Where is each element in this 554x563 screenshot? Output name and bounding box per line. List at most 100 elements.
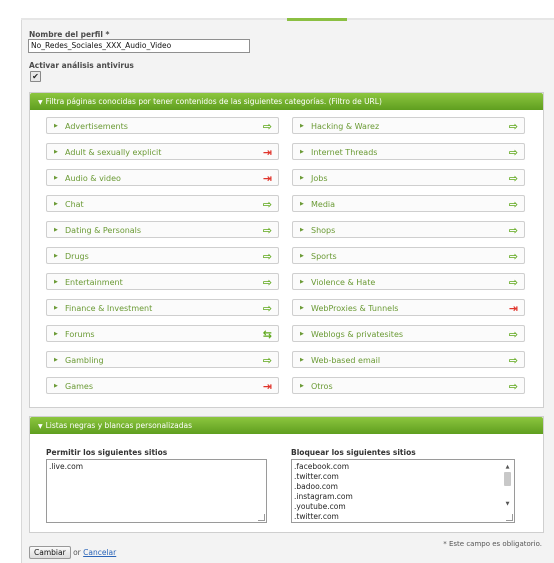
category-label: Audio & video [65,174,121,183]
green-arrow-icon[interactable]: ⇨ [509,274,518,291]
expand-triangle-icon: ▶ [54,331,58,337]
green-arrow-icon[interactable]: ⇨ [509,378,518,395]
collapse-triangle-icon: ▼ [38,423,43,430]
resize-handle-icon[interactable] [506,514,513,521]
expand-triangle-icon: ▶ [54,253,58,259]
category-label: Media [311,200,336,209]
url-filter-header-text: Filtra páginas conocidas por tener conte… [45,97,382,106]
expand-triangle-icon: ▶ [300,279,304,285]
green-arrow-icon[interactable]: ⇨ [509,222,518,239]
expand-triangle-icon: ▶ [300,357,304,363]
green-arrow-icon[interactable]: ⇨ [263,248,272,265]
category-item[interactable]: ▶ Forums ⇆ [46,325,279,342]
category-item[interactable]: ▶ WebProxies & Tunnels ⇥ [292,299,525,316]
resize-handle-icon[interactable] [258,514,265,521]
green-arrow-icon[interactable]: ⇨ [263,196,272,213]
category-label: Entertainment [65,278,123,287]
expand-triangle-icon: ▶ [300,383,304,389]
expand-triangle-icon: ▶ [300,201,304,207]
green-arrow-icon[interactable]: ⇨ [509,248,518,265]
category-item[interactable]: ▶ Gambling ⇨ [46,351,279,368]
green-arrow-icon[interactable]: ⇨ [509,118,518,135]
category-label: Sports [311,252,337,261]
category-label: Finance & Investment [65,304,153,313]
scroll-down-icon[interactable]: ▼ [503,500,512,508]
category-item[interactable]: ▶ Chat ⇨ [46,195,279,212]
mixed-arrow-icon[interactable]: ⇆ [263,326,272,343]
category-label: Games [65,382,93,391]
profile-name-label: Nombre del perfil * [29,30,110,39]
green-arrow-icon[interactable]: ⇨ [509,170,518,187]
category-item[interactable]: ▶ Dating & Personals ⇨ [46,221,279,238]
category-item[interactable]: ▶ Internet Threads ⇨ [292,143,525,160]
category-item[interactable]: ▶ Games ⇥ [46,377,279,394]
expand-triangle-icon: ▶ [300,123,304,129]
red-block-arrow-icon[interactable]: ⇥ [263,144,272,161]
custom-lists-header[interactable]: ▼ Listas negras y blancas personalizadas [30,417,543,434]
category-item[interactable]: ▶ Shops ⇨ [292,221,525,238]
scroll-up-icon[interactable]: ▲ [503,463,512,471]
save-button[interactable]: Cambiar [29,546,71,559]
block-list-text: .facebook.com .twitter.com .badoo.com .i… [294,462,353,521]
category-item[interactable]: ▶ Media ⇨ [292,195,525,212]
category-item[interactable]: ▶ Sports ⇨ [292,247,525,264]
expand-triangle-icon: ▶ [300,149,304,155]
allow-list-text: .live.com [49,462,84,471]
allow-list-textarea[interactable]: .live.com [46,459,267,523]
category-item[interactable]: ▶ Audio & video ⇥ [46,169,279,186]
green-arrow-icon[interactable]: ⇨ [263,118,272,135]
category-item[interactable]: ▶ Adult & sexually explicit ⇥ [46,143,279,160]
category-item[interactable]: ▶ Drugs ⇨ [46,247,279,264]
red-block-arrow-icon[interactable]: ⇥ [263,170,272,187]
expand-triangle-icon: ▶ [300,331,304,337]
green-arrow-icon[interactable]: ⇨ [263,352,272,369]
expand-triangle-icon: ▶ [54,383,58,389]
category-label: Chat [65,200,84,209]
expand-triangle-icon: ▶ [300,253,304,259]
category-item[interactable]: ▶ Finance & Investment ⇨ [46,299,279,316]
antivirus-checkbox[interactable]: ✔ [30,71,41,82]
category-item[interactable]: ▶ Weblogs & privatesites ⇨ [292,325,525,342]
expand-triangle-icon: ▶ [54,279,58,285]
green-arrow-icon[interactable]: ⇨ [509,196,518,213]
red-block-arrow-icon[interactable]: ⇥ [509,300,518,317]
green-arrow-icon[interactable]: ⇨ [509,326,518,343]
cancel-link[interactable]: Cancelar [83,548,116,557]
block-list-scrollbar[interactable]: ▲ ▼ [503,463,512,511]
green-arrow-icon[interactable]: ⇨ [263,300,272,317]
block-list-textarea[interactable]: .facebook.com .twitter.com .badoo.com .i… [291,459,515,523]
expand-triangle-icon: ▶ [54,227,58,233]
category-item[interactable]: ▶ Web-based email ⇨ [292,351,525,368]
category-item[interactable]: ▶ Violence & Hate ⇨ [292,273,525,290]
url-filter-header[interactable]: ▼ Filtra páginas conocidas por tener cont… [30,93,543,110]
category-item[interactable]: ▶ Hacking & Warez ⇨ [292,117,525,134]
category-label: Otros [311,382,333,391]
category-label: Web-based email [311,356,381,365]
green-arrow-icon[interactable]: ⇨ [509,144,518,161]
allow-list-title: Permitir los siguientes sitios [46,448,168,457]
url-filter-section: ▼ Filtra páginas conocidas por tener cont… [29,92,544,408]
profile-name-input[interactable]: No_Redes_Sociales_XXX_Audio_Video [28,39,250,53]
scroll-thumb[interactable] [504,472,511,486]
category-label: Weblogs & privatesites [311,330,404,339]
active-tab-indicator [287,18,347,21]
category-label: Forums [65,330,95,339]
category-label: Drugs [65,252,89,261]
expand-triangle-icon: ▶ [54,305,58,311]
category-item[interactable]: ▶ Advertisements ⇨ [46,117,279,134]
green-arrow-icon[interactable]: ⇨ [509,352,518,369]
category-label: Violence & Hate [311,278,376,287]
category-item[interactable]: ▶ Jobs ⇨ [292,169,525,186]
red-block-arrow-icon[interactable]: ⇥ [263,378,272,395]
expand-triangle-icon: ▶ [54,357,58,363]
expand-triangle-icon: ▶ [300,227,304,233]
green-arrow-icon[interactable]: ⇨ [263,274,272,291]
category-item[interactable]: ▶ Otros ⇨ [292,377,525,394]
collapse-triangle-icon: ▼ [38,99,43,106]
category-label: Dating & Personals [65,226,142,235]
custom-lists-section: ▼ Listas negras y blancas personalizadas … [29,416,544,533]
category-label: Jobs [311,174,328,183]
green-arrow-icon[interactable]: ⇨ [263,222,272,239]
expand-triangle-icon: ▶ [300,305,304,311]
category-item[interactable]: ▶ Entertainment ⇨ [46,273,279,290]
